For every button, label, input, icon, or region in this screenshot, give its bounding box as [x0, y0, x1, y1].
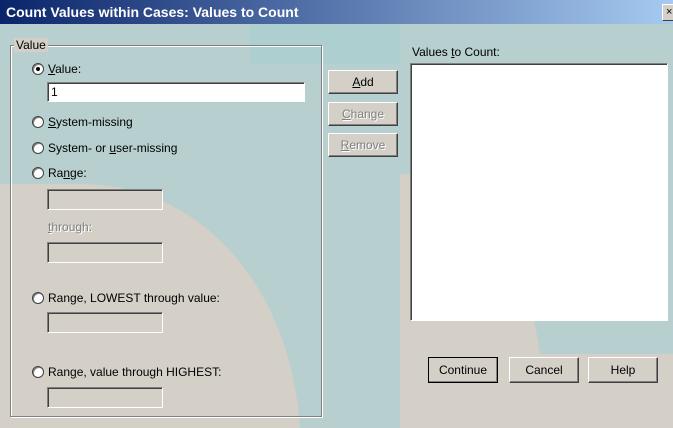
range-to-input[interactable] [47, 242, 163, 263]
value-input[interactable]: 1 [47, 82, 305, 102]
dialog-window: Count Values within Cases: Values to Cou… [0, 0, 673, 428]
range-highest-input[interactable] [47, 387, 163, 408]
range-highest-label: Range, value through HIGHEST: [48, 365, 222, 379]
add-button[interactable]: Add [328, 70, 398, 94]
values-to-count-list[interactable] [410, 63, 668, 321]
remove-button[interactable]: Remove [328, 133, 398, 157]
range-highest-radio[interactable] [32, 366, 44, 378]
through-label: through: [48, 220, 93, 234]
range-lowest-radio[interactable] [32, 292, 44, 304]
system-missing-radio[interactable] [32, 116, 44, 128]
change-button[interactable]: Change [328, 102, 398, 126]
value-group-legend: Value [14, 38, 48, 52]
system-or-user-missing-radio[interactable] [32, 142, 44, 154]
system-missing-label: System-missing [48, 115, 133, 129]
range-radio[interactable] [32, 167, 44, 179]
title-bar: Count Values within Cases: Values to Cou… [0, 0, 673, 24]
values-to-count-label: Values to Count: [412, 45, 500, 59]
close-button[interactable]: × [662, 4, 673, 21]
window-title: Count Values within Cases: Values to Cou… [6, 4, 299, 20]
continue-button[interactable]: Continue [428, 357, 498, 383]
range-lowest-input[interactable] [47, 312, 163, 333]
range-lowest-label: Range, LOWEST through value: [48, 291, 220, 305]
cancel-button[interactable]: Cancel [509, 357, 579, 383]
range-from-input[interactable] [47, 189, 163, 210]
value-radio-label: Value: [48, 62, 82, 76]
help-button[interactable]: Help [588, 357, 658, 383]
range-label: Range: [48, 166, 87, 180]
value-radio[interactable] [32, 63, 44, 75]
system-or-user-missing-label: System- or user-missing [48, 141, 178, 155]
